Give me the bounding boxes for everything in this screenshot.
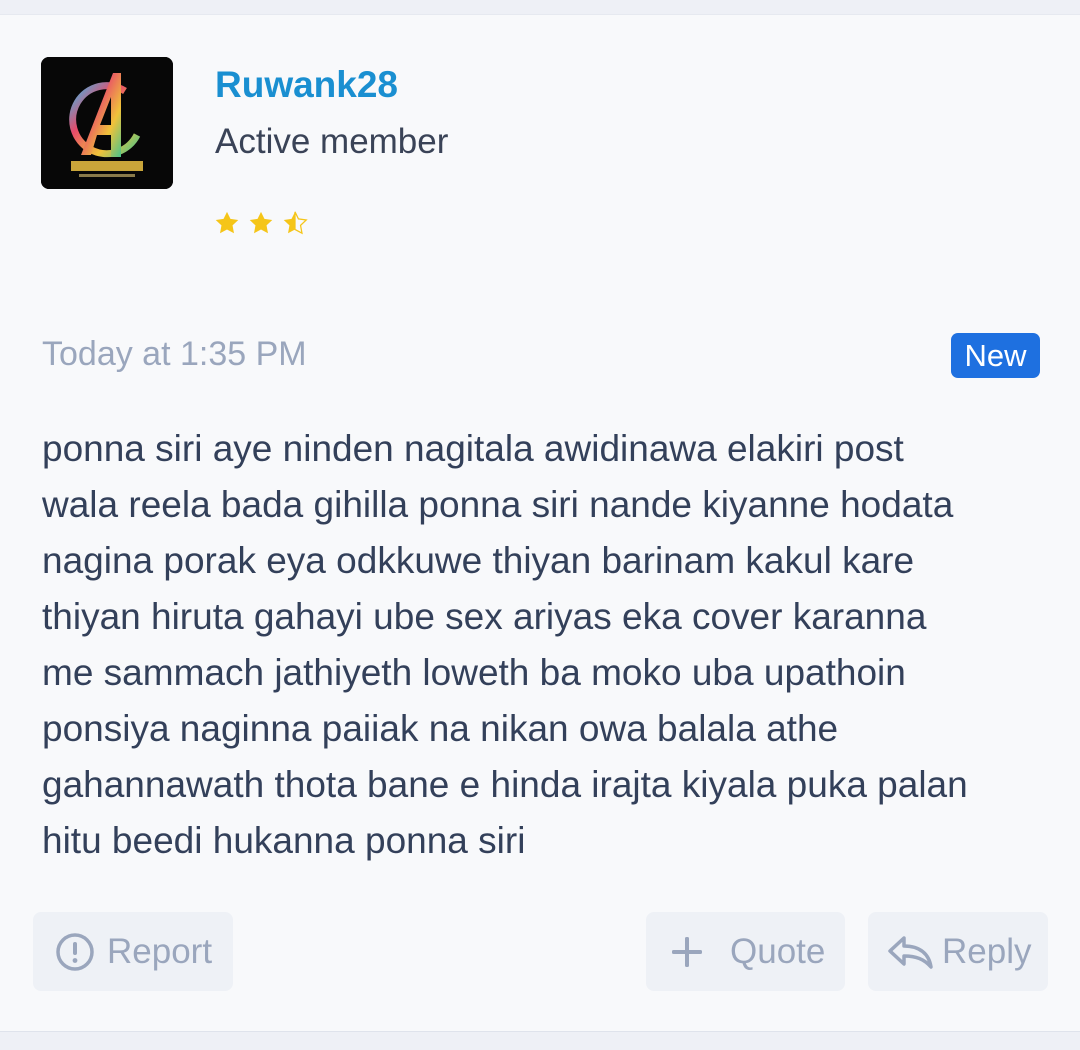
avengers-logo-icon <box>41 57 173 189</box>
star-full-icon <box>249 211 273 234</box>
message-line: gahannawath thota bane e hinda irajta ki… <box>42 764 968 805</box>
plus-icon <box>670 935 704 969</box>
message-line: nagina porak eya odkkuwe thiyan barinam … <box>42 540 915 581</box>
quote-label: Quote <box>730 931 826 971</box>
message-line: ponna siri aye ninden nagitala awidinawa… <box>42 428 904 469</box>
rating-stars <box>214 211 308 235</box>
quote-button[interactable]: Quote <box>646 912 845 991</box>
post-message: ponna siri aye ninden nagitala awidinawa… <box>42 421 1047 869</box>
message-line: me sammach jathiyeth loweth ba moko uba … <box>42 652 906 693</box>
username[interactable]: Ruwank28 <box>215 63 398 107</box>
message-line: hitu beedi hukanna ponna siri <box>42 820 526 861</box>
report-label: Report <box>107 931 213 971</box>
report-button[interactable]: Report <box>33 912 233 991</box>
reply-arrow-icon <box>886 932 936 972</box>
exclamation-circle-icon <box>55 932 95 972</box>
reply-button[interactable]: Reply <box>868 912 1048 991</box>
star-full-icon <box>215 211 239 234</box>
post-card: Ruwank28 Active member Today at 1:35 PM … <box>0 14 1080 1032</box>
post-timestamp[interactable]: Today at 1:35 PM <box>42 333 307 375</box>
new-badge: New <box>951 333 1040 378</box>
reply-label: Reply <box>942 931 1032 971</box>
message-line: thiyan hiruta gahayi ube sex ariyas eka … <box>42 596 927 637</box>
star-half-icon <box>283 211 308 235</box>
user-title: Active member <box>215 122 449 161</box>
message-line: wala reela bada gihilla ponna siri nande… <box>42 484 954 525</box>
message-line: ponsiya naginna paiiak na nikan owa bala… <box>42 708 839 749</box>
avatar[interactable] <box>41 57 173 189</box>
